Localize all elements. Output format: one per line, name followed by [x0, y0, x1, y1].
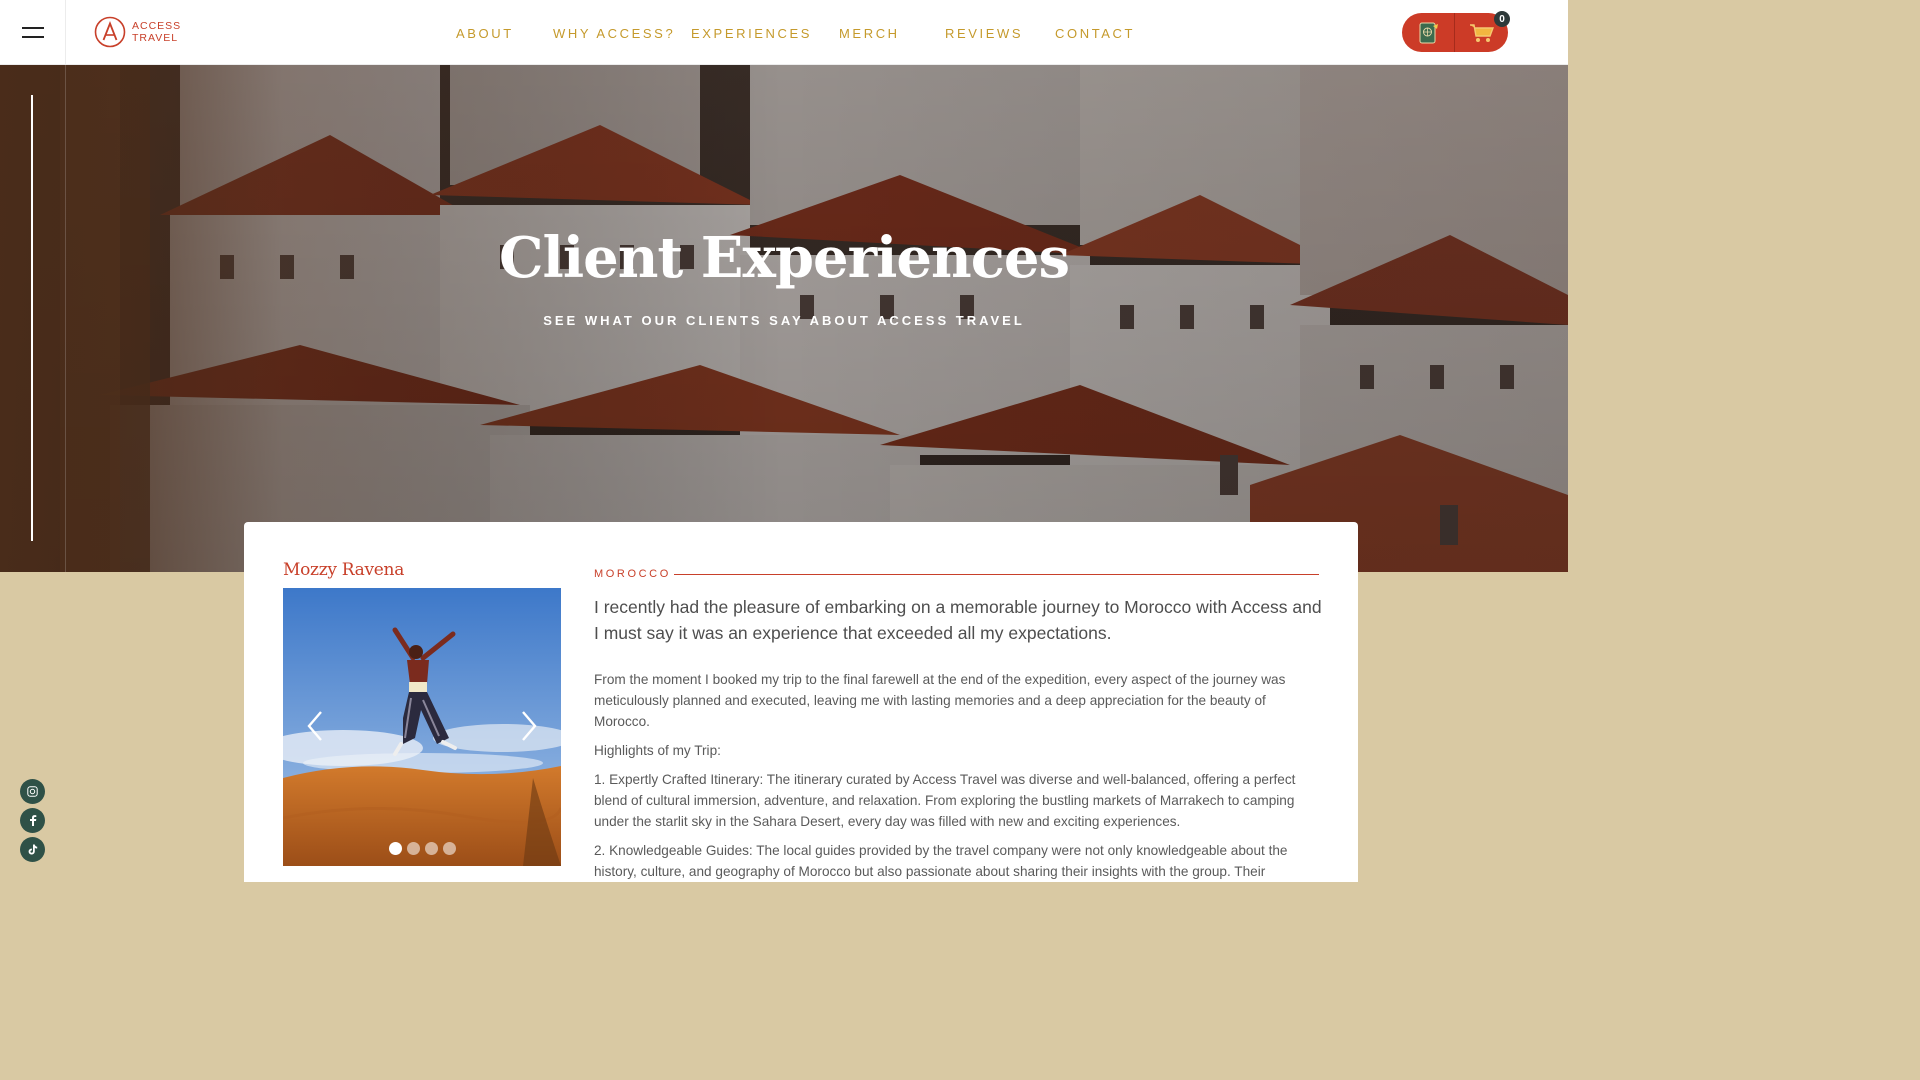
review-paragraph-1: From the moment I booked my trip to the …	[594, 672, 1286, 729]
slider-dot-2[interactable]	[406, 842, 420, 855]
slider-dot-4[interactable]	[442, 842, 456, 855]
passport-icon	[1419, 22, 1438, 43]
nav-why-access[interactable]: WHY ACCESS?	[553, 26, 675, 41]
trip-country: MOROCCO	[594, 568, 671, 580]
passport-button[interactable]	[1402, 13, 1455, 52]
tiktok-link[interactable]	[20, 837, 45, 862]
review-lead: I recently had the pleasure of embarking…	[594, 597, 1322, 643]
nav-about[interactable]: ABOUT	[456, 26, 514, 41]
nav-experiences[interactable]: EXPERIENCES	[691, 26, 812, 41]
cart-count-badge: 0	[1494, 11, 1510, 27]
slider-dot-1[interactable]	[388, 842, 402, 855]
review-photo-slider[interactable]	[283, 588, 561, 866]
facebook-icon	[29, 815, 36, 826]
cart-icon	[1469, 23, 1494, 42]
highlights-title: Highlights of my Trip:	[594, 743, 721, 758]
facebook-link[interactable]	[20, 808, 45, 833]
instagram-link[interactable]	[20, 779, 45, 804]
nav-merch[interactable]: MERCH	[839, 26, 900, 41]
site-header: ACCESS TRAVEL ABOUT WHY ACCESS? EXPERIEN…	[0, 0, 1568, 65]
tiktok-icon	[28, 844, 37, 855]
highlight-2: 2. Knowledgeable Guides: The local guide…	[594, 843, 1288, 879]
instagram-icon	[27, 786, 38, 797]
review-card: Mozzy Ravena MOROCCO I recently had the …	[244, 522, 1358, 882]
nav-contact[interactable]: CONTACT	[1055, 26, 1135, 41]
main-nav: ABOUT WHY ACCESS? EXPERIENCES MERCH REVI…	[0, 26, 1568, 41]
reviewer-name: Mozzy Ravena	[283, 560, 405, 580]
chevron-left-icon[interactable]	[303, 708, 327, 744]
slider-pagination	[283, 842, 561, 855]
country-divider	[674, 574, 1319, 575]
hero-section: Client Experiences SEE WHAT OUR CLIENTS …	[0, 65, 1568, 572]
highlight-1: 1. Expertly Crafted Itinerary: The itine…	[594, 772, 1296, 829]
header-actions	[1402, 13, 1508, 52]
page-title: Client Experiences	[498, 225, 1070, 291]
slider-dot-3[interactable]	[424, 842, 438, 855]
page-subtitle: SEE WHAT OUR CLIENTS SAY ABOUT ACCESS TR…	[543, 313, 1025, 328]
chevron-right-icon[interactable]	[517, 708, 541, 744]
nav-reviews[interactable]: REVIEWS	[945, 26, 1023, 41]
